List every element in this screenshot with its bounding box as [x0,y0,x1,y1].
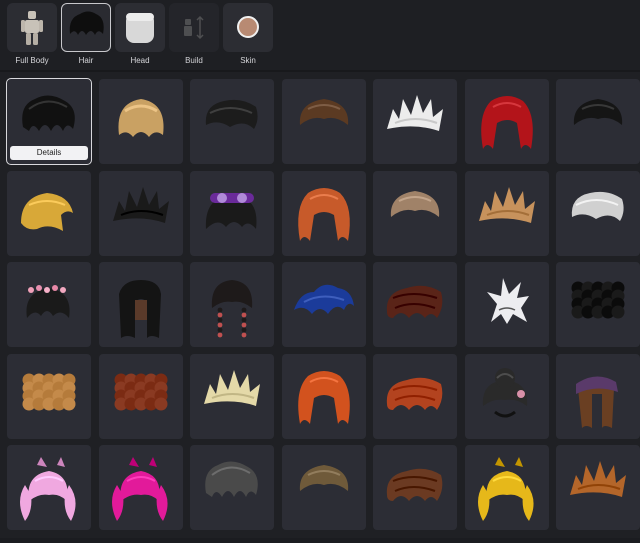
hair-item-orange-long-hair[interactable] [281,170,366,256]
hair-item-silver-swept-hair[interactable] [556,170,640,256]
black-hair-purple-goggles-thumbnail [205,192,257,229]
hair-item-ginger-layered-hair[interactable] [373,353,457,439]
hair-item-black-spiked-hair[interactable] [98,170,183,256]
tab-skin[interactable]: Skin [223,3,273,67]
silver-swept-hair-thumbnail [571,191,624,221]
tab-head-thumbnail [115,3,165,52]
auburn-curly-hair-thumbnail [114,373,167,410]
details-button[interactable]: Details [10,146,88,160]
bottom-edge [0,538,640,543]
black-curly-hair-thumbnail [571,281,625,319]
hair-item-orange-flowing-hair[interactable] [281,353,366,439]
blonde-spiky-hair-thumbnail [478,186,535,223]
hair-item-blonde-side-hair[interactable] [7,170,91,256]
hair-item-light-brown-hair[interactable] [373,170,457,256]
hair-item-blue-wavy-hair[interactable] [281,262,366,347]
blonde-curly-hair-thumbnail [22,373,76,410]
hair-item-copper-spiky-hair[interactable] [556,445,640,530]
hair-item-white-spiked-hair[interactable] [464,262,549,347]
yellow-bow-hair-thumbnail [477,457,534,521]
magenta-buns-hair-thumbnail [111,457,168,521]
hair-item-blonde-spiky-hair[interactable] [464,170,549,256]
tab-build-thumbnail [169,3,219,52]
hair-item-brown-hair-purple-bandana[interactable] [556,353,640,439]
white-spiked-hair-thumbnail [486,278,529,324]
copper-spiky-hair-thumbnail [570,461,626,497]
white-spiky-hair-thumbnail [387,95,443,131]
category-tab-bar: Full Body Hair Head Build Skin [0,0,640,70]
skin-color-swatch-icon [237,16,259,38]
orange-flowing-hair-thumbnail [297,370,350,424]
hair-icon [69,11,104,35]
blue-wavy-hair-thumbnail [293,284,354,314]
ginger-layered-hair-thumbnail [386,377,443,410]
hair-item-black-long-straight-hair[interactable] [98,262,183,347]
black-emo-hair-thumbnail [573,99,623,125]
platinum-spiky-hair-thumbnail [204,369,260,406]
hair-item-brown-fluffy-hair[interactable] [373,445,457,530]
hair-item-brown-short-hair[interactable] [281,79,366,164]
build-scale-icon [184,15,204,40]
orange-long-hair-thumbnail [297,187,350,241]
hair-item-black-messy-hair[interactable]: Details [6,78,92,165]
hair-item-red-long-hair[interactable] [464,79,549,164]
divider [0,70,640,72]
hair-item-black-emo-hair[interactable] [556,79,640,164]
hair-item-dark-swept-hair[interactable] [190,79,274,164]
black-bun-hair-flower-thumbnail [482,367,527,417]
hair-item-black-bun-hair-flower[interactable] [464,353,549,439]
hair-item-blonde-curly-hair[interactable] [7,353,91,439]
brown-fluffy-hair-thumbnail [386,468,443,501]
avatar-body-icon [21,11,43,45]
hair-item-magenta-buns-hair[interactable] [98,445,183,530]
black-hair-pink-flowers-thumbnail [26,285,70,318]
hair-item-black-curly-hair[interactable] [556,262,640,347]
hair-item-auburn-curly-hair[interactable] [98,353,183,439]
pink-pigtails-hair-thumbnail [20,457,76,521]
brown-red-layered-hair-thumbnail [386,285,443,318]
hair-item-pink-pigtails-hair[interactable] [7,445,91,530]
hair-item-black-braids-red-beads[interactable] [190,262,274,347]
red-long-hair-thumbnail [480,96,533,149]
black-long-straight-hair-thumbnail [118,280,161,338]
hair-item-black-hair-pink-flowers[interactable] [7,262,91,347]
hair-item-olive-brown-hair[interactable] [281,445,366,530]
hair-item-blonde-bob-hair[interactable] [98,79,183,164]
head-icon [126,13,154,43]
brown-hair-purple-bandana-thumbnail [576,375,618,428]
hair-item-white-spiky-hair[interactable] [373,79,457,164]
hair-item-grid: Details [6,78,640,530]
brown-short-hair-thumbnail [299,99,348,125]
black-spiked-hair-thumbnail [112,186,169,223]
tab-skin-label: Skin [240,56,256,65]
black-braids-red-beads-thumbnail [211,280,253,338]
olive-brown-hair-thumbnail [299,465,348,491]
tab-hair-thumbnail [61,3,111,52]
hair-item-yellow-bow-hair[interactable] [464,445,549,530]
blonde-side-hair-thumbnail [21,192,73,231]
dark-swept-hair-thumbnail [205,99,258,129]
light-brown-hair-thumbnail [390,190,440,217]
hair-item-platinum-spiky-hair[interactable] [190,353,274,439]
tab-skin-thumbnail [223,3,273,52]
gray-messy-hair-thumbnail [205,461,258,497]
hair-item-gray-messy-hair[interactable] [190,445,274,530]
hair-item-black-hair-purple-goggles[interactable] [190,170,274,256]
hair-item-brown-red-layered-hair[interactable] [373,262,457,347]
blonde-bob-hair-thumbnail [117,99,164,137]
tab-full-body-thumbnail [7,3,57,52]
